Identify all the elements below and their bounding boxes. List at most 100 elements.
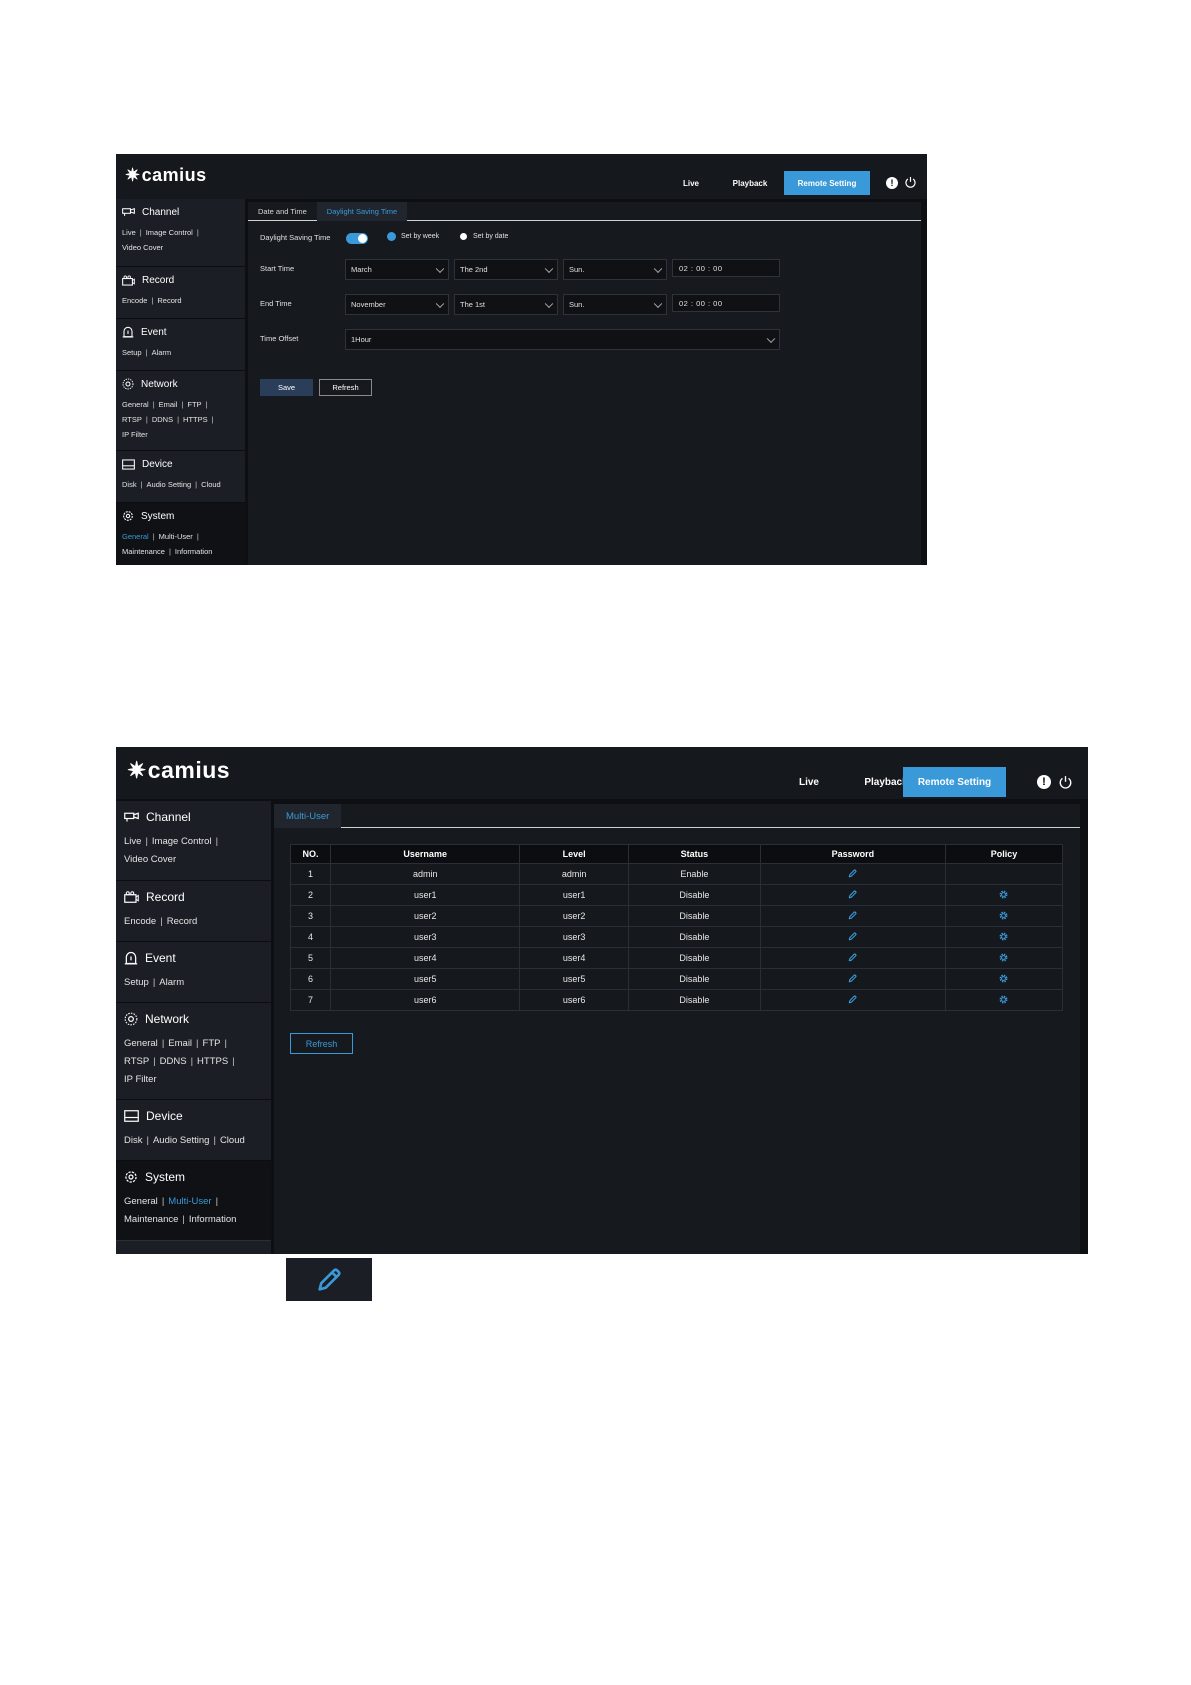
sidebar-item-alarm[interactable]: Alarm xyxy=(152,348,172,357)
pencil-icon[interactable] xyxy=(847,952,858,965)
save-button[interactable]: Save xyxy=(260,379,313,396)
sidebar-item-live[interactable]: Live xyxy=(124,836,141,847)
sidebar-item-cloud[interactable]: Cloud xyxy=(220,1135,245,1146)
pencil-icon[interactable] xyxy=(847,910,858,923)
nav-remote-setting[interactable]: Remote Setting xyxy=(784,171,870,195)
start-week-select[interactable]: The 2nd xyxy=(454,259,558,280)
power-icon[interactable] xyxy=(1057,774,1073,790)
gear-icon[interactable] xyxy=(998,932,1009,944)
sidebar-item-video-cover[interactable]: Video Cover xyxy=(122,243,163,252)
end-time-input[interactable]: 02 : 00 : 00 xyxy=(672,294,780,312)
sidebar-item-ftp[interactable]: FTP xyxy=(203,1038,221,1049)
end-week-select[interactable]: The 1st xyxy=(454,294,558,315)
radio-set-by-week[interactable]: Set by week xyxy=(388,233,439,240)
gear-icon[interactable] xyxy=(998,911,1009,923)
sidebar-head-channel[interactable]: Channel xyxy=(116,199,245,221)
sidebar-item-multi-user[interactable]: Multi-User xyxy=(159,532,193,541)
sidebar-item-system-general[interactable]: General xyxy=(122,532,149,541)
nav-live[interactable]: Live xyxy=(666,171,716,195)
power-icon[interactable] xyxy=(903,175,917,189)
start-month-select[interactable]: March xyxy=(345,259,449,280)
sidebar-item-ddns[interactable]: DDNS xyxy=(152,415,173,424)
sidebar-item-multi-user[interactable]: Multi-User xyxy=(168,1196,211,1207)
gear-icon[interactable] xyxy=(998,890,1009,902)
sidebar-item-email[interactable]: Email xyxy=(168,1038,192,1049)
end-day-select[interactable]: Sun. xyxy=(563,294,667,315)
alert-icon[interactable]: ! xyxy=(886,177,898,189)
nav-playback[interactable]: Playback xyxy=(717,171,783,195)
event-icon xyxy=(124,952,138,965)
tab-date-and-time[interactable]: Date and Time xyxy=(248,202,317,221)
sidebar-item-ddns[interactable]: DDNS xyxy=(160,1056,187,1067)
radio-set-by-date[interactable]: Set by date xyxy=(460,233,508,240)
cell-policy xyxy=(944,968,1064,990)
sidebar-item-image-control[interactable]: Image Control xyxy=(152,836,212,847)
sidebar-item-general[interactable]: General xyxy=(124,1038,158,1049)
sidebar-head-event[interactable]: Event xyxy=(116,942,271,968)
sidebar-item-email[interactable]: Email xyxy=(159,400,178,409)
sidebar-item-general[interactable]: General xyxy=(122,400,149,409)
sidebar-head-network[interactable]: Network xyxy=(116,1003,271,1029)
gear-icon[interactable] xyxy=(998,995,1009,1007)
pencil-icon[interactable] xyxy=(847,868,858,881)
sidebar-item-record[interactable]: Record xyxy=(157,296,181,305)
tab-daylight-saving-time[interactable]: Daylight Saving Time xyxy=(316,202,408,221)
sidebar-head-device[interactable]: Device xyxy=(116,1100,271,1126)
sidebar-head-channel[interactable]: Channel xyxy=(116,801,271,827)
sidebar-head-system[interactable]: System xyxy=(116,1161,271,1187)
refresh-button[interactable]: Refresh xyxy=(290,1033,353,1054)
sidebar-item-cloud[interactable]: Cloud xyxy=(201,480,221,489)
sidebar-item-video-cover[interactable]: Video Cover xyxy=(124,854,176,865)
sidebar-item-ip-filter[interactable]: IP Filter xyxy=(122,430,148,439)
sidebar-item-https[interactable]: HTTPS xyxy=(197,1056,228,1067)
sidebar-item-audio-setting[interactable]: Audio Setting xyxy=(153,1135,210,1146)
sidebar-item-information[interactable]: Information xyxy=(189,1214,237,1225)
sidebar: Channel Live | Image Control | Video Cover … xyxy=(116,199,245,565)
nav-live[interactable]: Live xyxy=(776,767,842,797)
sidebar-head-event[interactable]: Event xyxy=(116,319,245,341)
tab-multi-user[interactable]: Multi-User xyxy=(274,804,342,828)
sidebar-head-record[interactable]: Record xyxy=(116,881,271,907)
sidebar-item-setup[interactable]: Setup xyxy=(122,348,142,357)
nav-remote-setting[interactable]: Remote Setting xyxy=(903,767,1006,797)
pencil-icon[interactable] xyxy=(847,973,858,986)
sidebar-head-record[interactable]: Record xyxy=(116,267,245,289)
sidebar-item-ftp[interactable]: FTP xyxy=(187,400,201,409)
sidebar-item-setup[interactable]: Setup xyxy=(124,977,149,988)
gear-icon[interactable] xyxy=(998,974,1009,986)
sidebar-item-alarm[interactable]: Alarm xyxy=(159,977,184,988)
sidebar-item-disk[interactable]: Disk xyxy=(122,480,137,489)
system-icon xyxy=(123,511,133,521)
sidebar-item-https[interactable]: HTTPS xyxy=(183,415,208,424)
cell-level: user5 xyxy=(519,968,629,990)
sidebar-links-event: Setup | Alarm xyxy=(124,977,185,988)
sidebar-item-audio-setting[interactable]: Audio Setting xyxy=(147,480,192,489)
sidebar-item-rtsp[interactable]: RTSP xyxy=(122,415,142,424)
sidebar-item-maintenance[interactable]: Maintenance xyxy=(124,1214,178,1225)
gear-icon[interactable] xyxy=(998,953,1009,965)
pencil-icon[interactable] xyxy=(847,931,858,944)
pencil-icon[interactable] xyxy=(847,994,858,1007)
start-time-input[interactable]: 02 : 00 : 00 xyxy=(672,259,780,277)
refresh-button[interactable]: Refresh xyxy=(319,379,372,396)
time-offset-select[interactable]: 1Hour xyxy=(345,329,780,350)
sidebar-head-system[interactable]: System xyxy=(116,503,245,525)
start-day-select[interactable]: Sun. xyxy=(563,259,667,280)
dst-toggle[interactable] xyxy=(346,233,368,244)
sidebar-head-device[interactable]: Device xyxy=(116,451,245,473)
sidebar-item-maintenance[interactable]: Maintenance xyxy=(122,547,165,556)
sidebar-item-live[interactable]: Live xyxy=(122,228,136,237)
sidebar-item-system-general[interactable]: General xyxy=(124,1196,158,1207)
sidebar-item-encode[interactable]: Encode xyxy=(122,296,147,305)
alert-icon[interactable]: ! xyxy=(1037,775,1051,789)
sidebar-item-record[interactable]: Record xyxy=(167,916,198,927)
end-month-select[interactable]: November xyxy=(345,294,449,315)
pencil-icon[interactable] xyxy=(847,889,858,902)
sidebar-item-encode[interactable]: Encode xyxy=(124,916,156,927)
sidebar-item-image-control[interactable]: Image Control xyxy=(146,228,193,237)
sidebar-item-rtsp[interactable]: RTSP xyxy=(124,1056,149,1067)
sidebar-item-ip-filter[interactable]: IP Filter xyxy=(124,1074,157,1085)
sidebar-item-disk[interactable]: Disk xyxy=(124,1135,142,1146)
sidebar-head-network[interactable]: Network xyxy=(116,371,245,393)
sidebar-item-information[interactable]: Information xyxy=(175,547,213,556)
